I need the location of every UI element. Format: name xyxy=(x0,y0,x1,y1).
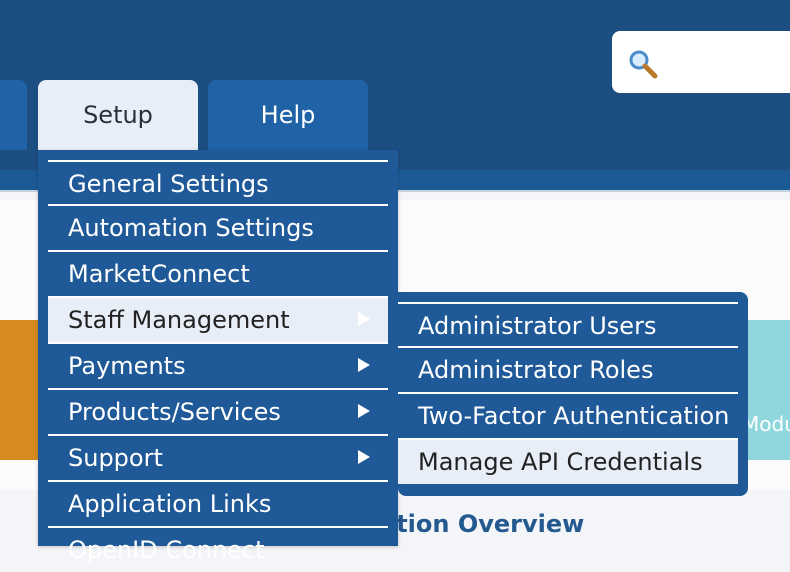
submenu-item-label: Manage API Credentials xyxy=(418,448,703,476)
menu-item-label: OpenID Connect xyxy=(68,536,265,564)
submenu-item-label: Administrator Users xyxy=(418,312,657,340)
submenu-item-label: Two-Factor Authentication xyxy=(418,402,730,430)
chevron-right-icon xyxy=(358,404,370,418)
menu-item-general-settings[interactable]: General Settings xyxy=(48,160,388,206)
menu-item-payments[interactable]: Payments xyxy=(48,342,388,388)
chevron-right-icon xyxy=(358,450,370,464)
menu-item-application-links[interactable]: Application Links xyxy=(48,480,388,526)
menu-item-staff-management[interactable]: Staff Management xyxy=(48,296,388,342)
submenu-item-two-factor-authentication[interactable]: Two-Factor Authentication xyxy=(398,392,738,438)
menu-item-label: Support xyxy=(68,444,163,472)
menu-item-label: MarketConnect xyxy=(68,260,250,288)
search-icon xyxy=(629,50,658,79)
menu-item-marketconnect[interactable]: MarketConnect xyxy=(48,250,388,296)
chevron-right-icon xyxy=(358,358,370,372)
submenu-item-label: Administrator Roles xyxy=(418,356,654,384)
menu-item-label: General Settings xyxy=(68,170,269,198)
chevron-right-icon xyxy=(358,312,370,326)
setup-dropdown-menu: General Settings Automation Settings Mar… xyxy=(38,150,398,564)
menu-item-label: Automation Settings xyxy=(68,214,314,242)
menu-item-products-services[interactable]: Products/Services xyxy=(48,388,388,434)
tab-setup[interactable]: Setup xyxy=(38,80,198,150)
menu-item-label: Payments xyxy=(68,352,186,380)
tab-setup-label: Setup xyxy=(83,101,153,129)
menu-item-openid-connect[interactable]: OpenID Connect xyxy=(48,526,388,572)
submenu-item-administrator-roles[interactable]: Administrator Roles xyxy=(398,346,738,392)
tab-help[interactable]: Help xyxy=(208,80,368,150)
orange-widget-panel xyxy=(0,320,40,460)
menu-item-automation-settings[interactable]: Automation Settings xyxy=(48,204,388,250)
search-input[interactable] xyxy=(660,45,790,81)
search-box[interactable] xyxy=(612,31,790,93)
tab-previous[interactable] xyxy=(0,80,27,150)
staff-management-submenu: Administrator Users Administrator Roles … xyxy=(398,292,748,496)
menu-item-label: Application Links xyxy=(68,490,272,518)
teal-widget-panel xyxy=(746,320,790,460)
tab-help-label: Help xyxy=(260,101,316,129)
menu-item-label: Staff Management xyxy=(68,306,290,334)
teal-panel-text: Modu xyxy=(742,412,790,436)
menu-item-support[interactable]: Support xyxy=(48,434,388,480)
submenu-item-administrator-users[interactable]: Administrator Users xyxy=(398,302,738,348)
menu-item-label: Products/Services xyxy=(68,398,281,426)
submenu-item-manage-api-credentials[interactable]: Manage API Credentials xyxy=(398,438,738,484)
overview-title: ation Overview xyxy=(380,510,585,538)
